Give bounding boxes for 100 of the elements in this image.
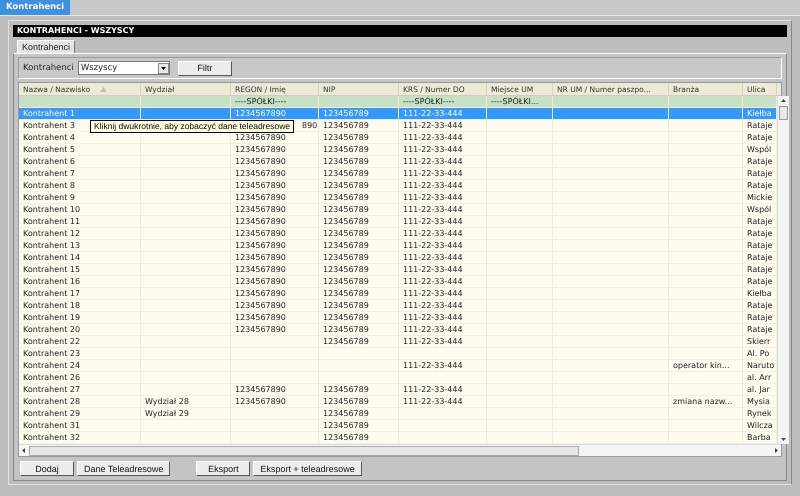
table-cell: 111-22-33-444	[403, 241, 463, 250]
filter-dropdown[interactable]: Wszyscy	[78, 61, 170, 75]
table-cell: Kontrahent 26	[23, 373, 80, 382]
table-cell: Rataje	[747, 253, 772, 262]
table-cell: Naruto	[747, 361, 774, 370]
table-cell: 123456789	[323, 217, 369, 226]
table-cell: Kontrahent 10	[23, 205, 80, 214]
table-cell: Kiełba	[747, 109, 772, 118]
horizontal-scrollbar[interactable]	[19, 444, 781, 456]
table-row[interactable]: Kontrahent 12 1234567890 123456789 111-22-33-444 Rataje	[19, 228, 777, 240]
table-cell: Kontrahent 7	[23, 169, 75, 178]
table-row[interactable]: Kontrahent 28 Wydział 28 1234567890 123456789 111-22-33-444 zmiana nazw... Mysia	[19, 396, 777, 408]
table-cell: 123456789	[323, 193, 369, 202]
table-cell: Kontrahent 1	[23, 109, 75, 118]
table-cell: 1234567890	[235, 385, 286, 394]
table-cell: 111-22-33-444	[403, 289, 463, 298]
tab[interactable]: Kontrahenci	[17, 40, 76, 53]
table-cell: 1234567890	[235, 253, 286, 262]
table-row[interactable]: Kontrahent 6 1234567890 123456789 111-22-33-444 Rataje	[19, 156, 777, 168]
table-row[interactable]: Kontrahent 11 1234567890 123456789 111-22-33-444 Rataje	[19, 216, 777, 228]
table-cell: 111-22-33-444	[403, 301, 463, 310]
table-cell: 123456789	[323, 325, 369, 334]
table-cell: 123456789	[323, 109, 369, 118]
table-row[interactable]: Kontrahent 15 1234567890 123456789 111-22-33-444 Rataje	[19, 264, 777, 276]
table-cell: Kontrahent 11	[23, 217, 80, 226]
table-cell: 111-22-33-444	[403, 193, 463, 202]
table-cell: 111-22-33-444	[403, 181, 463, 190]
table-row[interactable]: Kontrahent 10 1234567890 123456789 111-22-33-444 Wspól	[19, 204, 777, 216]
table-cell: Kontrahent 17	[23, 289, 80, 298]
action-button[interactable]: Dane Teleadresowe	[77, 461, 170, 476]
filter-button[interactable]: Filtr	[178, 60, 232, 76]
table-cell: Rynek	[747, 409, 772, 418]
table-cell: 111-22-33-444	[403, 313, 463, 322]
action-button[interactable]: Dodaj	[20, 461, 74, 476]
table-cell: 1234567890	[235, 265, 286, 274]
table-cell: Wspól	[747, 145, 772, 154]
table-cell: Kontrahent 8	[23, 181, 75, 190]
table-cell: 123456789	[323, 409, 369, 418]
table-cell: Mickie	[747, 193, 772, 202]
table-cell: Al. Po	[747, 349, 770, 358]
table-cell: Wilcza	[747, 421, 773, 430]
table-cell: 1234567890	[235, 181, 286, 190]
table-cell: Kontrahent 18	[23, 301, 80, 310]
table-cell: Kontrahent 23	[23, 349, 80, 358]
table-cell: ----SPÓŁKI----	[403, 97, 454, 106]
table-row[interactable]: Kontrahent 7 1234567890 123456789 111-22-33-444 Rataje	[19, 168, 777, 180]
table-cell: 123456789	[323, 313, 369, 322]
table-cell: 123456789	[323, 397, 369, 406]
table-row[interactable]: Kontrahent 17 1234567890 123456789 111-22-33-444 Kiełba	[19, 288, 777, 300]
table-cell: 123456789	[323, 121, 369, 130]
table-row[interactable]: Kontrahent 8 1234567890 123456789 111-22-33-444 Rataje	[19, 180, 777, 192]
table-cell: 123456789	[323, 337, 369, 346]
table-cell: 123456789	[323, 169, 369, 178]
scroll-thumb[interactable]	[29, 446, 579, 456]
table-cell: 111-22-33-444	[403, 157, 463, 166]
table-cell: 111-22-33-444	[403, 109, 463, 118]
table-cell: 1234567890	[235, 289, 286, 298]
table-row[interactable]: Kontrahent 27 1234567890 123456789 111-22-33-444 al. Jar	[19, 384, 777, 396]
table-row[interactable]: ----SPÓŁKI---- ----SPÓŁKI---- ----SPÓŁKI...	[19, 96, 777, 108]
table-row[interactable]: Kontrahent 29 Wydział 29 123456789 Rynek	[19, 408, 777, 420]
table-cell: Kontrahent 32	[23, 433, 80, 442]
table-row[interactable]: Kontrahent 14 1234567890 123456789 111-22-33-444 Rataje	[19, 252, 777, 264]
table-row[interactable]: Kontrahent 24 111-22-33-444 operator kin... Naruto	[19, 360, 777, 372]
table-cell: Rataje	[747, 313, 772, 322]
table-row[interactable]: Kontrahent 31 123456789 Wilcza	[19, 420, 777, 432]
table-cell: 1234567890	[235, 169, 286, 178]
panel-title: KONTRAHENCI - WSZYSCY	[13, 25, 787, 37]
table-row[interactable]: Kontrahent 23 Al. Po	[19, 348, 777, 360]
table-cell: 1234567890	[235, 157, 286, 166]
table-cell: 111-22-33-444	[403, 145, 463, 154]
table-cell: Kontrahent 29	[23, 409, 80, 418]
table-cell: 123456789	[323, 301, 369, 310]
table-cell: ----SPÓŁKI...	[491, 97, 538, 106]
table-row[interactable]: Kontrahent 5 1234567890 123456789 111-22-33-444 Wspól	[19, 144, 777, 156]
table-cell: Kontrahent 14	[23, 253, 80, 262]
table-cell: 123456789	[323, 277, 369, 286]
action-button[interactable]: Eksport	[196, 461, 250, 476]
table-cell: Kontrahent 24	[23, 361, 80, 370]
vertical-scrollbar[interactable]	[777, 96, 789, 444]
table-row[interactable]: Kontrahent 9 1234567890 123456789 111-22-33-444 Mickie	[19, 192, 777, 204]
table-cell: 123456789	[323, 145, 369, 154]
table-row[interactable]: Kontrahent 18 1234567890 123456789 111-22-33-444 Rataje	[19, 300, 777, 312]
table-row[interactable]: Kontrahent 16 1234567890 123456789 111-22-33-444 Rataje	[19, 276, 777, 288]
table-row[interactable]: Kontrahent 20 1234567890 123456789 111-22-33-444 Rataje	[19, 324, 777, 336]
table-row[interactable]: Kontrahent 13 1234567890 123456789 111-22-33-444 Rataje	[19, 240, 777, 252]
table-row[interactable]: Kontrahent 26 al. Arr	[19, 372, 777, 384]
table-cell: Kontrahent 16	[23, 277, 80, 286]
table-cell: 1234567890	[235, 313, 286, 322]
table-cell: Kontrahent 9	[23, 193, 75, 202]
table-cell: Rataje	[747, 217, 772, 226]
scroll-thumb[interactable]	[779, 106, 788, 120]
table-row[interactable]: Kontrahent 19 1234567890 123456789 111-22-33-444 Rataje	[19, 312, 777, 324]
table-cell: 111-22-33-444	[403, 397, 463, 406]
table-row[interactable]: Kontrahent 22 123456789 111-22-33-444 Skierr	[19, 336, 777, 348]
table-cell: ----SPÓŁKI----	[235, 97, 286, 106]
action-button[interactable]: Eksport + teleadresowe	[253, 461, 362, 476]
table-cell: 123456789	[323, 133, 369, 142]
table-cell: Rataje	[747, 241, 772, 250]
table-cell: Kontrahent 27	[23, 385, 80, 394]
table-cell: Rataje	[747, 277, 772, 286]
